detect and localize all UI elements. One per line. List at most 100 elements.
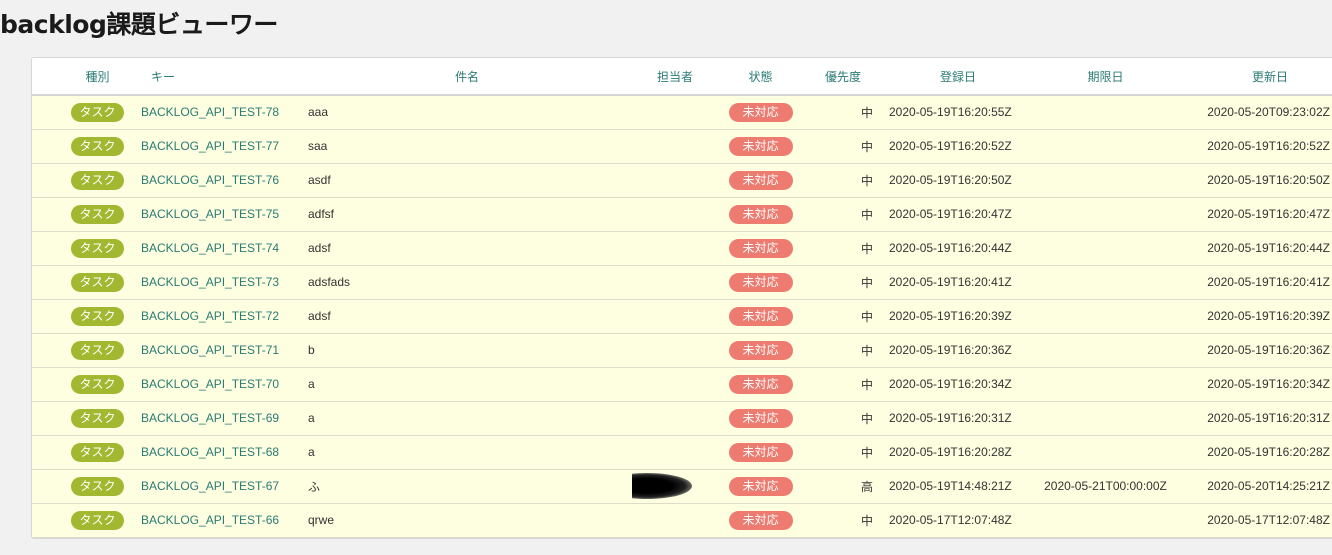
column-header-created[interactable]: 登録日	[883, 58, 1033, 96]
table-row[interactable]: タスク BACKLOG_API_TEST-75 adfsf 未対応中 2020-05-1…	[32, 197, 1332, 232]
issue-key-link[interactable]: BACKLOG_API_TEST-73	[141, 275, 279, 289]
table-header-row: 種別 キー 件名 担当者 状態 優先度 登録日 期限日 更新日	[32, 58, 1332, 96]
table-row[interactable]: タスク BACKLOG_API_TEST-73 adsfads 未対応中 2020-05…	[32, 265, 1332, 300]
updated-date-cell: 2020-05-19T16:20:34Z	[1178, 367, 1332, 402]
created-date-cell: 2020-05-19T16:20:50Z	[883, 163, 1033, 198]
type-badge: タスク	[71, 408, 124, 428]
type-badge: タスク	[71, 476, 124, 496]
issue-key-link[interactable]: BACKLOG_API_TEST-72	[141, 309, 279, 323]
status-cell: 未対応	[718, 435, 803, 470]
due-date-cell	[1033, 231, 1178, 266]
issue-key-link[interactable]: BACKLOG_API_TEST-70	[141, 377, 279, 391]
key-cell: BACKLOG_API_TEST-67	[137, 469, 302, 504]
key-cell: BACKLOG_API_TEST-70	[137, 367, 302, 402]
assignee-cell	[632, 401, 718, 436]
key-cell: BACKLOG_API_TEST-71	[137, 333, 302, 368]
priority-cell: 中	[803, 299, 883, 334]
issue-key-link[interactable]: BACKLOG_API_TEST-78	[141, 105, 279, 119]
key-cell: BACKLOG_API_TEST-74	[137, 231, 302, 266]
column-header-assignee[interactable]: 担当者	[632, 58, 718, 96]
type-cell: タスク	[32, 299, 137, 334]
table-row[interactable]: タスク BACKLOG_API_TEST-67 ふ 未対応高 2020-05-19T14…	[32, 469, 1332, 504]
type-badge: タスク	[71, 442, 124, 462]
updated-date-cell: 2020-05-19T16:20:31Z	[1178, 401, 1332, 436]
table-row[interactable]: タスク BACKLOG_API_TEST-66 qrwe 未対応中 2020-05-17…	[32, 503, 1332, 538]
assignee-cell	[632, 129, 718, 164]
priority-cell: 高	[803, 469, 883, 504]
updated-date-cell: 2020-05-19T16:20:47Z	[1178, 197, 1332, 232]
assignee-cell	[632, 469, 718, 504]
due-date-cell	[1033, 95, 1178, 130]
status-cell: 未対応	[718, 129, 803, 164]
created-date-cell: 2020-05-19T16:20:28Z	[883, 435, 1033, 470]
issue-key-link[interactable]: BACKLOG_API_TEST-66	[141, 513, 279, 527]
due-date-cell	[1033, 503, 1178, 538]
column-header-due[interactable]: 期限日	[1033, 58, 1178, 96]
priority-cell: 中	[803, 95, 883, 130]
created-date-cell: 2020-05-19T16:20:47Z	[883, 197, 1033, 232]
type-cell: タスク	[32, 265, 137, 300]
redacted-assignee	[632, 473, 692, 499]
due-date-cell	[1033, 197, 1178, 232]
status-cell: 未対応	[718, 299, 803, 334]
type-cell: タスク	[32, 129, 137, 164]
priority-cell: 中	[803, 231, 883, 266]
created-date-cell: 2020-05-19T16:20:34Z	[883, 367, 1033, 402]
status-cell: 未対応	[718, 197, 803, 232]
summary-cell: a	[302, 367, 632, 402]
due-date-cell	[1033, 401, 1178, 436]
column-header-type[interactable]: 種別	[32, 58, 137, 96]
due-date-cell	[1033, 265, 1178, 300]
column-header-summary[interactable]: 件名	[302, 58, 632, 96]
issue-key-link[interactable]: BACKLOG_API_TEST-69	[141, 411, 279, 425]
type-cell: タスク	[32, 231, 137, 266]
table-row[interactable]: タスク BACKLOG_API_TEST-71 b 未対応中 2020-05-19T16…	[32, 333, 1332, 368]
issue-key-link[interactable]: BACKLOG_API_TEST-75	[141, 207, 279, 221]
key-cell: BACKLOG_API_TEST-72	[137, 299, 302, 334]
column-header-status[interactable]: 状態	[718, 58, 803, 96]
type-badge: タスク	[71, 272, 124, 292]
updated-date-cell: 2020-05-19T16:20:41Z	[1178, 265, 1332, 300]
priority-cell: 中	[803, 401, 883, 436]
type-badge: タスク	[71, 510, 124, 530]
issue-key-link[interactable]: BACKLOG_API_TEST-68	[141, 445, 279, 459]
summary-cell: saa	[302, 129, 632, 164]
priority-cell: 中	[803, 503, 883, 538]
updated-date-cell: 2020-05-19T16:20:44Z	[1178, 231, 1332, 266]
table-row[interactable]: タスク BACKLOG_API_TEST-68 a 未対応中 2020-05-19T16…	[32, 435, 1332, 470]
table-row[interactable]: タスク BACKLOG_API_TEST-70 a 未対応中 2020-05-19T16…	[32, 367, 1332, 402]
column-header-key[interactable]: キー	[137, 58, 302, 96]
assignee-cell	[632, 333, 718, 368]
assignee-cell	[632, 435, 718, 470]
column-header-updated[interactable]: 更新日	[1178, 58, 1332, 96]
column-header-priority[interactable]: 優先度	[803, 58, 883, 96]
assignee-cell	[632, 231, 718, 266]
key-cell: BACKLOG_API_TEST-73	[137, 265, 302, 300]
status-badge: 未対応	[728, 102, 793, 122]
summary-cell: adsf	[302, 299, 632, 334]
table-row[interactable]: タスク BACKLOG_API_TEST-78 aaa 未対応中 2020-05-19T…	[32, 95, 1332, 130]
table-row[interactable]: タスク BACKLOG_API_TEST-77 saa 未対応中 2020-05-19T…	[32, 129, 1332, 164]
summary-cell: b	[302, 333, 632, 368]
type-badge: タスク	[71, 374, 124, 394]
issue-key-link[interactable]: BACKLOG_API_TEST-74	[141, 241, 279, 255]
issue-key-link[interactable]: BACKLOG_API_TEST-71	[141, 343, 279, 357]
issue-key-link[interactable]: BACKLOG_API_TEST-76	[141, 173, 279, 187]
table-row[interactable]: タスク BACKLOG_API_TEST-69 a 未対応中 2020-05-19T16…	[32, 401, 1332, 436]
priority-cell: 中	[803, 333, 883, 368]
table-row[interactable]: タスク BACKLOG_API_TEST-74 adsf 未対応中 2020-05-19…	[32, 231, 1332, 266]
key-cell: BACKLOG_API_TEST-77	[137, 129, 302, 164]
assignee-cell	[632, 503, 718, 538]
issue-key-link[interactable]: BACKLOG_API_TEST-77	[141, 139, 279, 153]
table-row[interactable]: タスク BACKLOG_API_TEST-72 adsf 未対応中 2020-05-19…	[32, 299, 1332, 334]
status-cell: 未対応	[718, 95, 803, 130]
created-date-cell: 2020-05-19T16:20:55Z	[883, 95, 1033, 130]
type-badge: タスク	[71, 204, 124, 224]
status-badge: 未対応	[728, 238, 793, 258]
due-date-cell	[1033, 163, 1178, 198]
status-cell: 未対応	[718, 503, 803, 538]
type-cell: タスク	[32, 367, 137, 402]
issue-key-link[interactable]: BACKLOG_API_TEST-67	[141, 479, 279, 493]
status-cell: 未対応	[718, 265, 803, 300]
table-row[interactable]: タスク BACKLOG_API_TEST-76 asdf 未対応中 2020-05-19…	[32, 163, 1332, 198]
